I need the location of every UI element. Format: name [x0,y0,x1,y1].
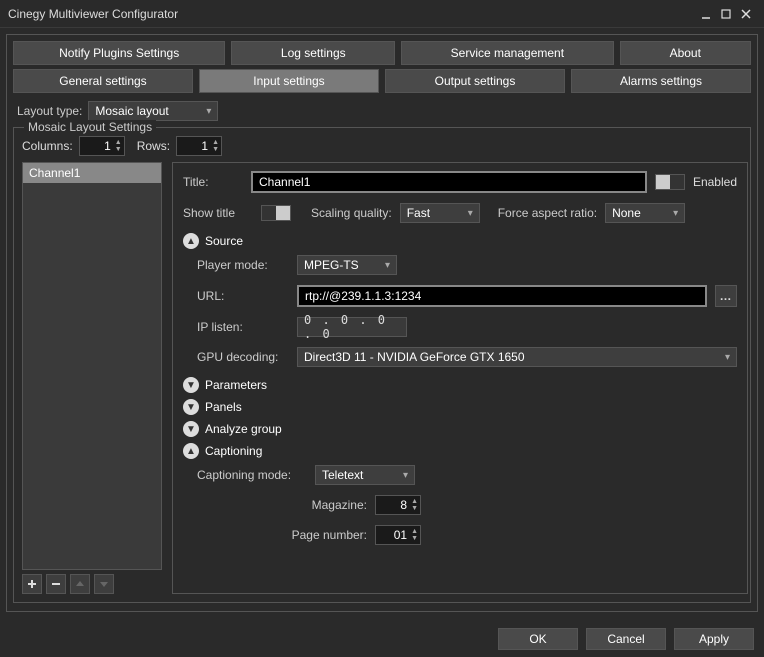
chevron-down-icon: ▾ [395,470,408,481]
columns-value: 1 [86,139,115,153]
minimize-button[interactable] [696,4,716,24]
player-mode-label: Player mode: [197,258,289,272]
source-header[interactable]: ▲ Source [183,233,737,249]
scaling-value: Fast [407,206,430,220]
tab-about[interactable]: About [620,41,751,65]
tab-service-management[interactable]: Service management [401,41,613,65]
move-down-button[interactable] [94,574,114,594]
gpu-label: GPU decoding: [197,350,289,364]
player-mode-value: MPEG-TS [304,258,359,272]
captioning-header-label: Captioning [205,444,262,458]
aspect-combo[interactable]: None ▾ [605,203,685,223]
chevron-down-icon: ▾ [460,208,473,219]
channel-list-column: Channel1 [22,162,162,594]
columns-stepper[interactable]: 1 ▲▼ [79,136,125,156]
window-title: Cinegy Multiviewer Configurator [8,7,178,21]
parameters-header[interactable]: ▼ Parameters [183,377,737,393]
close-button[interactable] [736,4,756,24]
tab-row-bottom: General settings Input settings Output s… [13,69,751,93]
chevron-down-icon: ▾ [377,260,390,271]
enabled-label: Enabled [693,175,737,189]
channel-list[interactable]: Channel1 [22,162,162,570]
maximize-button[interactable] [716,4,736,24]
ok-button[interactable]: OK [498,628,578,650]
page-number-label: Page number: [277,528,367,542]
aspect-label: Force aspect ratio: [498,206,597,220]
layout-type-label: Layout type: [17,104,82,118]
move-up-button[interactable] [70,574,90,594]
stepper-arrows-icon: ▲▼ [212,139,219,153]
apply-button[interactable]: Apply [674,628,754,650]
gpu-value: Direct3D 11 - NVIDIA GeForce GTX 1650 [304,350,525,364]
footer-buttons: OK Cancel Apply [0,618,764,650]
player-mode-combo[interactable]: MPEG-TS ▾ [297,255,397,275]
gpu-combo[interactable]: Direct3D 11 - NVIDIA GeForce GTX 1650 ▾ [297,347,737,367]
expand-icon: ▲ [183,233,199,249]
magazine-stepper[interactable]: 8 ▲▼ [375,495,421,515]
columns-label: Columns: [22,139,73,153]
tab-alarms-settings[interactable]: Alarms settings [571,69,751,93]
chevron-down-icon: ▾ [198,106,211,117]
tab-general-settings[interactable]: General settings [13,69,193,93]
ip-listen-label: IP listen: [197,320,289,334]
parameters-header-label: Parameters [205,378,267,392]
collapse-icon: ▼ [183,377,199,393]
title-input[interactable] [251,171,647,193]
layout-type-value: Mosaic layout [95,104,168,118]
collapse-icon: ▼ [183,399,199,415]
expand-icon: ▲ [183,443,199,459]
aspect-value: None [612,206,641,220]
channel-settings-panel: Title: Enabled Show title Scaling qualit… [172,162,748,594]
mosaic-fieldset: Mosaic Layout Settings Columns: 1 ▲▼ Row… [13,127,751,603]
page-number-stepper[interactable]: 01 ▲▼ [375,525,421,545]
analyze-header[interactable]: ▼ Analyze group [183,421,737,437]
captioning-header[interactable]: ▲ Captioning [183,443,737,459]
analyze-header-label: Analyze group [205,422,282,436]
show-title-label: Show title [183,206,253,220]
chevron-down-icon: ▾ [717,352,730,363]
tab-log-settings[interactable]: Log settings [231,41,395,65]
tab-output-settings[interactable]: Output settings [385,69,565,93]
url-label: URL: [197,289,289,303]
remove-channel-button[interactable] [46,574,66,594]
stepper-arrows-icon: ▲▼ [411,498,418,512]
captioning-mode-label: Captioning mode: [197,468,307,482]
panels-header-label: Panels [205,400,242,414]
ip-listen-input[interactable]: 0 . 0 . 0 . 0 [297,317,407,337]
title-bar: Cinegy Multiviewer Configurator [0,0,764,28]
collapse-icon: ▼ [183,421,199,437]
chevron-down-icon: ▾ [665,208,678,219]
main-frame: Notify Plugins Settings Log settings Ser… [6,34,758,612]
rows-value: 1 [183,139,212,153]
tab-notify-plugins[interactable]: Notify Plugins Settings [13,41,225,65]
source-header-label: Source [205,234,243,248]
rows-stepper[interactable]: 1 ▲▼ [176,136,222,156]
magazine-value: 8 [382,498,411,512]
captioning-mode-combo[interactable]: Teletext ▾ [315,465,415,485]
tab-input-settings[interactable]: Input settings [199,69,379,93]
rows-label: Rows: [137,139,170,153]
stepper-arrows-icon: ▲▼ [411,528,418,542]
stepper-arrows-icon: ▲▼ [115,139,122,153]
scaling-combo[interactable]: Fast ▾ [400,203,480,223]
cancel-button[interactable]: Cancel [586,628,666,650]
show-title-toggle[interactable] [261,205,291,221]
layout-type-combo[interactable]: Mosaic layout ▾ [88,101,218,121]
page-number-value: 01 [382,528,411,542]
url-input[interactable] [297,285,707,307]
enabled-toggle[interactable] [655,174,685,190]
url-browse-button[interactable]: … [715,285,737,307]
channel-item[interactable]: Channel1 [23,163,161,183]
scaling-label: Scaling quality: [311,206,392,220]
panels-header[interactable]: ▼ Panels [183,399,737,415]
magazine-label: Magazine: [277,498,367,512]
tab-row-top: Notify Plugins Settings Log settings Ser… [13,41,751,65]
title-label: Title: [183,175,243,189]
mosaic-legend: Mosaic Layout Settings [24,120,156,134]
add-channel-button[interactable] [22,574,42,594]
captioning-mode-value: Teletext [322,468,363,482]
